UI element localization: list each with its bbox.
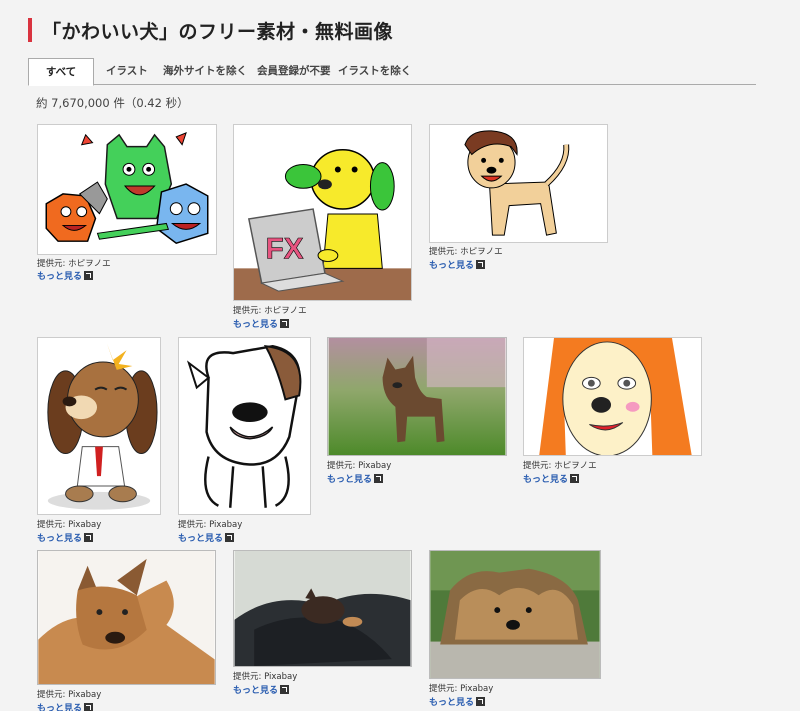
puppy-grass-photo — [328, 338, 506, 455]
external-link-icon — [225, 533, 235, 542]
more-link[interactable]: もっと見る — [178, 531, 235, 544]
more-link-label: もっと見る — [429, 261, 475, 271]
external-link-icon — [374, 474, 384, 483]
result-credit: 提供元: ホピヲノエ — [429, 247, 503, 257]
more-link-label: もっと見る — [37, 704, 83, 711]
bulldog-line-art — [179, 338, 310, 514]
result-credit: 提供元: Pixabay — [37, 520, 102, 530]
woman-face-illustration — [524, 338, 701, 455]
result-thumbnail[interactable] — [178, 337, 311, 515]
svg-text:FX: FX — [266, 232, 304, 265]
result-thumbnail[interactable] — [37, 124, 217, 255]
result-credit: 提供元: ホピヲノエ — [233, 306, 307, 316]
more-link[interactable]: もっと見る — [327, 472, 384, 485]
page-header: 「かわいい犬」のフリー素材・無料画像 — [28, 18, 394, 43]
result-count: 約 7,670,000 件（0.42 秒） — [36, 96, 189, 110]
more-link-label: もっと見る — [429, 698, 475, 708]
more-link[interactable]: もっと見る — [37, 701, 94, 711]
more-link[interactable]: もっと見る — [429, 258, 486, 271]
shepherd-puppy-photo — [38, 551, 215, 684]
title-accent-bar — [28, 18, 32, 42]
filter-tabs: すべて イラスト 海外サイトを除く 会員登録が不要 イラストを除く — [28, 58, 756, 86]
external-link-icon — [570, 474, 580, 483]
tab-exclude-overseas[interactable]: 海外サイトを除く — [163, 58, 247, 85]
more-link-label: もっと見る — [37, 272, 83, 282]
more-link-label: もっと見る — [523, 475, 569, 485]
result-thumbnail[interactable] — [429, 550, 601, 679]
more-link[interactable]: もっと見る — [37, 531, 94, 544]
more-link[interactable]: もっと見る — [429, 695, 486, 708]
sleeping-dog-photo — [234, 551, 411, 666]
more-link[interactable]: もっと見る — [523, 472, 580, 485]
result-credit: 提供元: Pixabay — [37, 690, 102, 700]
more-link-label: もっと見る — [233, 686, 279, 696]
result-credit: 提供元: ホピヲノエ — [523, 461, 597, 471]
monsters-illustration — [38, 125, 216, 254]
external-link-icon — [476, 697, 486, 706]
result-thumbnail[interactable] — [327, 337, 507, 456]
tan-dog-illustration — [430, 125, 607, 242]
result-thumbnail[interactable] — [37, 550, 216, 685]
more-link-label: もっと見る — [37, 534, 83, 544]
result-credit: 提供元: Pixabay — [429, 684, 494, 694]
result-thumbnail[interactable] — [37, 337, 161, 515]
result-thumbnail[interactable] — [233, 550, 412, 667]
external-link-icon — [280, 685, 290, 694]
result-credit: 提供元: Pixabay — [178, 520, 243, 530]
external-link-icon — [280, 319, 290, 328]
result-credit: 提供元: Pixabay — [327, 461, 392, 471]
more-link[interactable]: もっと見る — [233, 683, 290, 696]
tab-illustration[interactable]: イラスト — [106, 58, 148, 85]
external-link-icon — [476, 260, 486, 269]
external-link-icon — [84, 533, 94, 542]
more-link[interactable]: もっと見る — [233, 317, 290, 330]
page-title: 「かわいい犬」のフリー素材・無料画像 — [42, 20, 394, 43]
result-thumbnail[interactable] — [429, 124, 608, 243]
tab-all[interactable]: すべて — [28, 58, 94, 86]
result-thumbnail[interactable] — [523, 337, 702, 456]
yellow-dog-fx-illustration: FX — [234, 125, 411, 300]
more-link-label: もっと見る — [327, 475, 373, 485]
more-link[interactable]: もっと見る — [37, 269, 94, 282]
yorkshire-terrier-photo — [430, 551, 600, 678]
cartoon-dog-tie-illustration — [38, 338, 160, 514]
more-link-label: もっと見る — [178, 534, 224, 544]
result-thumbnail[interactable]: FX — [233, 124, 412, 301]
tab-no-registration[interactable]: 会員登録が不要 — [257, 58, 331, 85]
external-link-icon — [84, 271, 94, 280]
result-credit: 提供元: ホピヲノエ — [37, 259, 111, 269]
external-link-icon — [84, 703, 94, 711]
more-link-label: もっと見る — [233, 320, 279, 330]
tab-exclude-illustration[interactable]: イラストを除く — [338, 58, 411, 85]
result-credit: 提供元: Pixabay — [233, 672, 298, 682]
